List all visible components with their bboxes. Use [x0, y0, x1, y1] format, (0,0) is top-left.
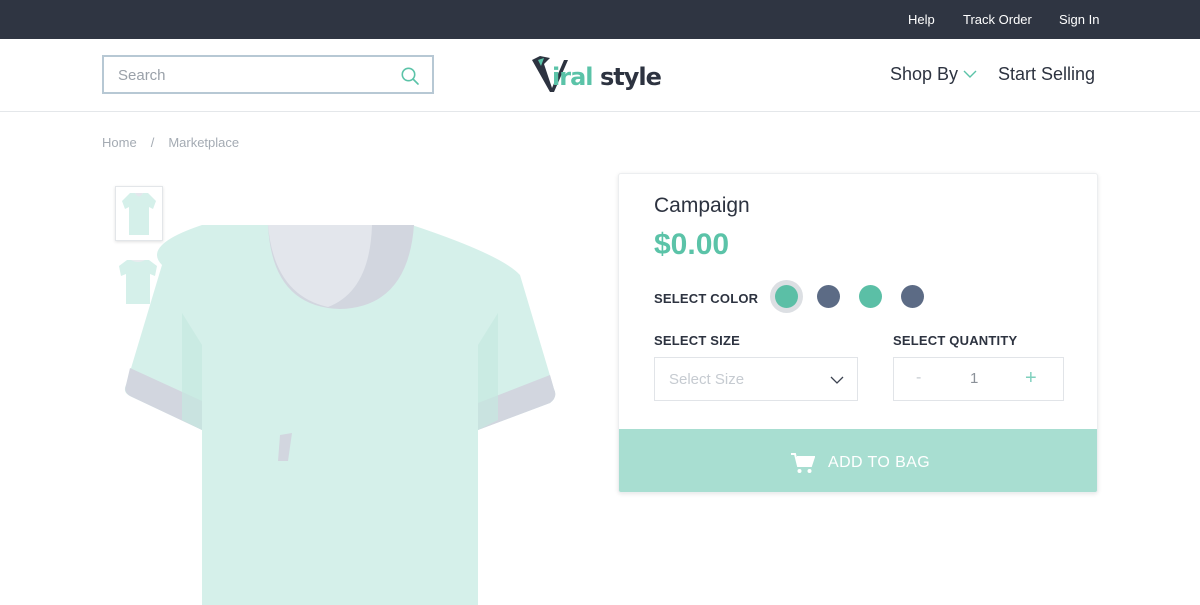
- quantity-decrease-button[interactable]: -: [916, 369, 921, 387]
- viralstyle-logo[interactable]: iral style: [530, 54, 672, 96]
- chevron-down-icon: [830, 376, 844, 384]
- breadcrumb-home[interactable]: Home: [102, 135, 137, 150]
- size-select[interactable]: Select Size: [654, 357, 858, 401]
- svg-text:style: style: [600, 63, 662, 91]
- breadcrumb: Home / Marketplace: [102, 135, 239, 150]
- add-to-bag-button[interactable]: ADD TO BAG: [619, 429, 1097, 492]
- cart-icon: [791, 453, 815, 473]
- product-image: [124, 225, 556, 605]
- color-swatch-slate[interactable]: [817, 285, 840, 308]
- product-card: Campaign $0.00 SELECT COLOR SELECT SIZE …: [618, 173, 1098, 493]
- color-swatch-teal[interactable]: [775, 285, 798, 308]
- quantity-stepper: - 1 +: [893, 357, 1064, 401]
- color-swatch-teal-2[interactable]: [859, 285, 882, 308]
- svg-text:iral: iral: [552, 63, 592, 91]
- quantity-value[interactable]: 1: [970, 370, 978, 387]
- help-link[interactable]: Help: [908, 12, 935, 27]
- breadcrumb-marketplace[interactable]: Marketplace: [168, 135, 239, 150]
- shop-by-label: Shop By: [890, 64, 959, 84]
- select-quantity-label: SELECT QUANTITY: [893, 333, 1018, 348]
- quantity-increase-button[interactable]: +: [1025, 367, 1037, 390]
- search-box: [102, 55, 434, 94]
- add-to-bag-label: ADD TO BAG: [828, 454, 931, 471]
- search-input[interactable]: [118, 65, 388, 85]
- search-icon[interactable]: [400, 66, 420, 86]
- select-size-label: SELECT SIZE: [654, 333, 740, 348]
- sign-in-link[interactable]: Sign In: [1059, 12, 1099, 27]
- shop-by-menu[interactable]: Shop By: [890, 64, 977, 85]
- breadcrumb-separator: /: [150, 135, 155, 150]
- top-bar: Help Track Order Sign In: [0, 0, 1200, 39]
- size-select-placeholder: Select Size: [669, 371, 745, 388]
- color-swatch-slate-2[interactable]: [901, 285, 924, 308]
- chevron-down-icon: [963, 70, 977, 78]
- site-header: iral style Shop By Start Selling: [0, 39, 1200, 112]
- product-price: $0.00: [654, 228, 730, 261]
- start-selling-link[interactable]: Start Selling: [998, 64, 1095, 85]
- product-title: Campaign: [654, 194, 750, 217]
- select-color-label: SELECT COLOR: [654, 291, 759, 306]
- track-order-link[interactable]: Track Order: [963, 12, 1032, 27]
